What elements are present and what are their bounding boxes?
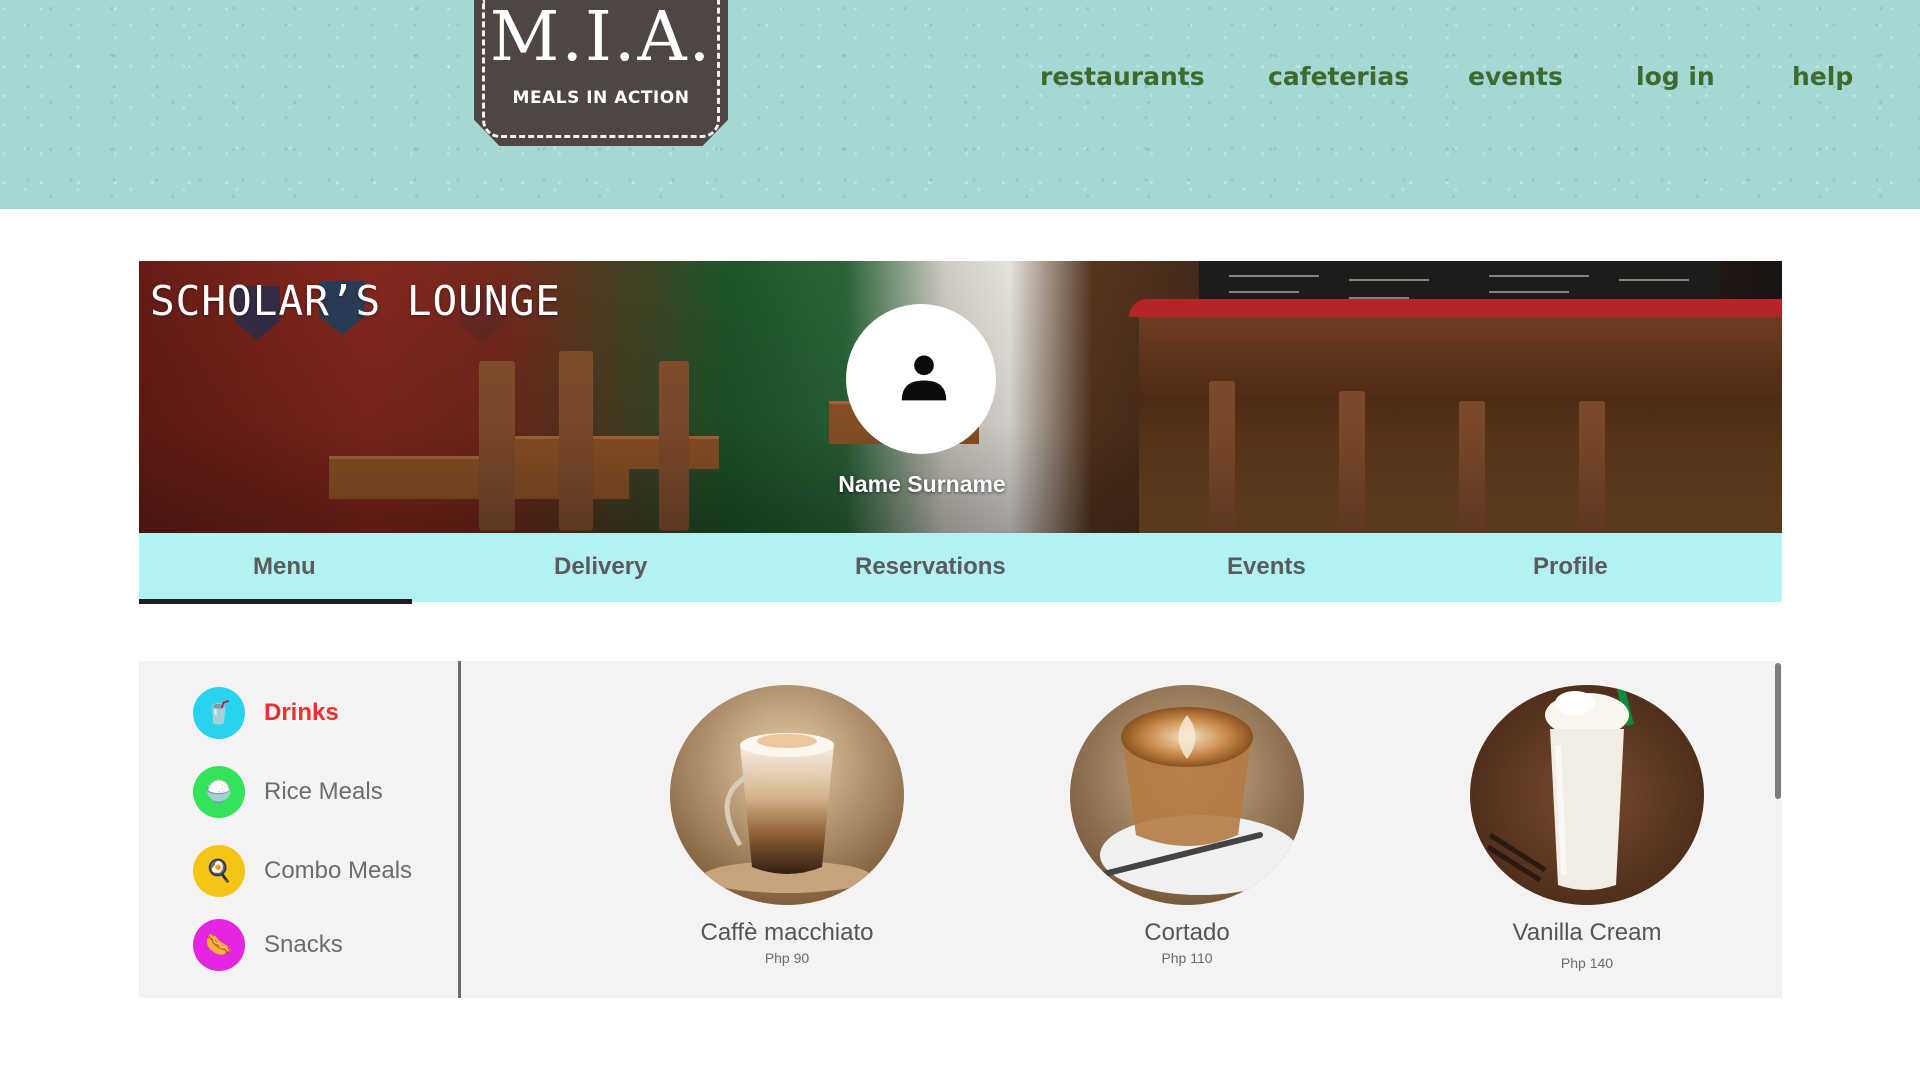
product-price: Php 110 (1161, 950, 1213, 966)
category-combo-meals[interactable]: 🍳 Combo Meals (193, 845, 443, 897)
product-photo-cortado (1070, 685, 1304, 905)
menu-panel: 🥤 Drinks 🍚 Rice Meals 🍳 Combo Meals 🌭 Sn… (139, 661, 1782, 998)
nav-restaurants[interactable]: restaurants (1040, 62, 1205, 91)
product-photo-caffe-macchiato (670, 685, 904, 905)
menu-scrollbar[interactable] (1775, 663, 1781, 799)
person-icon (901, 355, 947, 401)
menu-divider (458, 661, 461, 998)
category-label: Rice Meals (264, 778, 383, 805)
tab-reservations[interactable]: Reservations (855, 553, 1006, 581)
cafeteria-banner: SCHOLAR’S LOUNGE Name Surname (139, 261, 1782, 533)
rice-bowl-icon: 🍚 (193, 766, 245, 818)
nav-help[interactable]: help (1792, 62, 1853, 91)
profile-tabs: Menu Delivery Reservations Events Profil… (139, 533, 1782, 604)
category-label: Drinks (264, 699, 339, 726)
cafeteria-title: SCHOLAR’S LOUNGE (150, 277, 561, 325)
hotdog-icon: 🌭 (193, 919, 245, 971)
logo-subtitle: MEALS IN ACTION (512, 88, 690, 108)
product-card-cortado[interactable]: Cortado Php 110 (1027, 685, 1347, 985)
product-price: Php 90 (764, 950, 810, 966)
product-price: Php 140 (1560, 955, 1614, 971)
tab-events[interactable]: Events (1227, 553, 1306, 581)
mia-logo[interactable]: M.I.A. MEALS IN ACTION (474, 0, 728, 146)
nav-log-in[interactable]: log in (1636, 62, 1715, 91)
combo-meal-icon: 🍳 (193, 845, 245, 897)
product-card-caffe-macchiato[interactable]: Caffè macchiato Php 90 (627, 685, 947, 985)
nav-events[interactable]: events (1468, 62, 1563, 91)
avatar[interactable] (846, 304, 996, 454)
user-name-label: Name Surname (838, 471, 1006, 497)
product-name: Vanilla Cream (1512, 919, 1662, 946)
drink-icon: 🥤 (193, 687, 245, 739)
category-rice-meals[interactable]: 🍚 Rice Meals (193, 766, 443, 818)
product-card-vanilla-cream[interactable]: Vanilla Cream Php 140 (1427, 685, 1747, 985)
product-name: Cortado (1144, 919, 1230, 946)
logo-title: M.I.A. (489, 0, 713, 77)
tab-menu[interactable]: Menu (253, 553, 316, 581)
tab-profile[interactable]: Profile (1533, 553, 1608, 581)
active-tab-indicator (139, 599, 412, 604)
category-drinks[interactable]: 🥤 Drinks (193, 687, 443, 739)
product-photo-vanilla-cream (1470, 685, 1704, 905)
category-snacks[interactable]: 🌭 Snacks (193, 919, 443, 971)
site-header: M.I.A. MEALS IN ACTION restaurants cafet… (0, 0, 1920, 209)
nav-cafeterias[interactable]: cafeterias (1268, 62, 1409, 91)
product-name: Caffè macchiato (700, 919, 874, 946)
category-label: Combo Meals (264, 857, 413, 884)
tab-delivery[interactable]: Delivery (554, 553, 647, 581)
category-label: Snacks (264, 931, 343, 958)
